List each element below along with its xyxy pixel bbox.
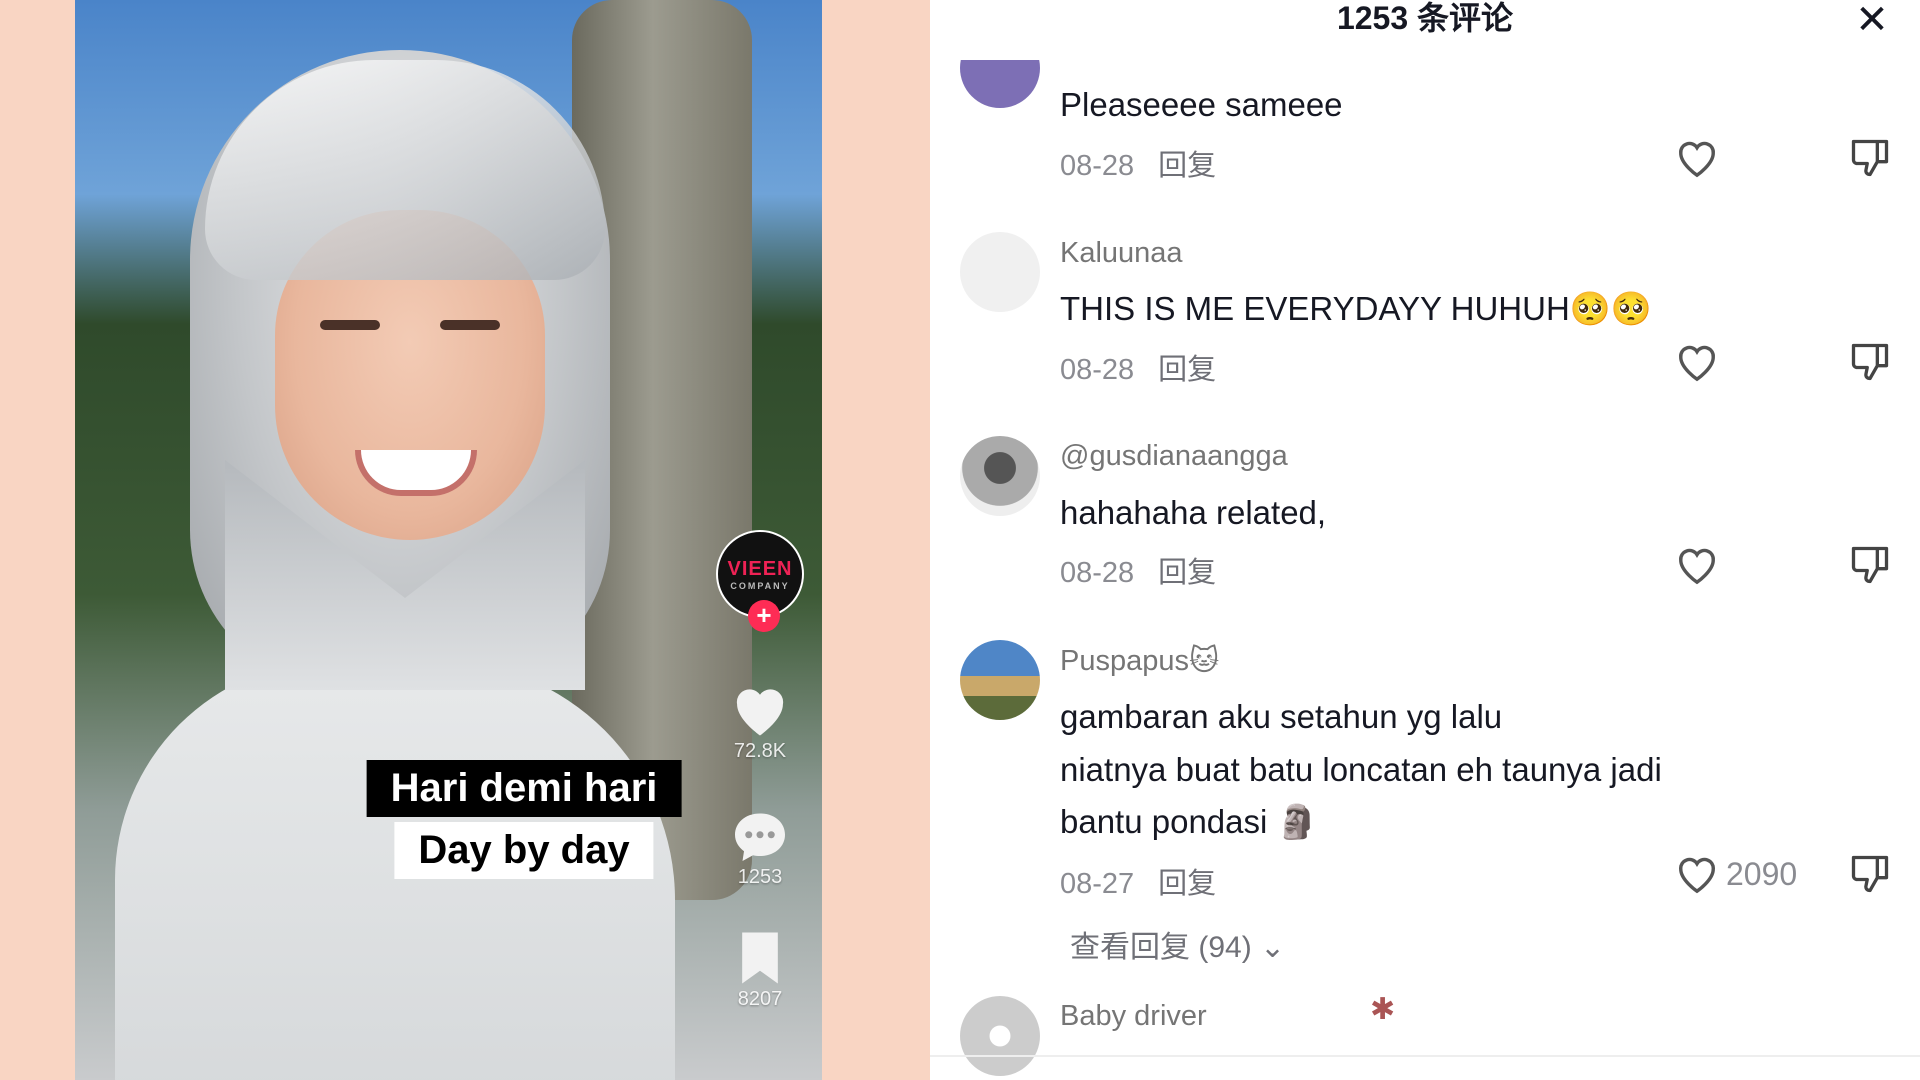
smile: [355, 450, 477, 496]
like-button[interactable]: 72.8K: [710, 682, 810, 763]
creator-logo-subtext: COMPANY: [730, 580, 790, 591]
dislike-icon[interactable]: [1848, 340, 1892, 384]
reply-button[interactable]: 回复: [1158, 150, 1216, 182]
subtitle-line-2: Day by day: [394, 822, 654, 879]
avatar[interactable]: [960, 28, 1040, 108]
comment-like-button[interactable]: [1674, 340, 1720, 384]
heart-icon: [1679, 857, 1715, 894]
comment-username[interactable]: Baby driver: [1060, 1000, 1207, 1033]
avatar[interactable]: [960, 996, 1040, 1076]
comment-date: 08-28: [1060, 354, 1135, 386]
comment-meta: 08-28 回复: [1060, 346, 1216, 388]
creator-avatar[interactable]: VIEEN COMPANY +: [716, 530, 804, 632]
comment-like-button[interactable]: [1674, 543, 1720, 587]
close-icon[interactable]: ✕: [1852, 0, 1892, 42]
comment-username[interactable]: Kaluunaa: [1060, 237, 1183, 270]
comment-username[interactable]: Puspapus🐱: [1060, 643, 1219, 678]
creator-logo-text: VIEEN: [727, 557, 793, 580]
heart-icon: [1679, 345, 1715, 382]
reply-button[interactable]: 回复: [1158, 868, 1216, 900]
comment-count: 1253: [737, 866, 783, 888]
follow-button[interactable]: +: [748, 600, 780, 632]
comment-text: Pleaseeee sameee: [1060, 86, 1343, 123]
heart-icon: [1679, 548, 1715, 585]
comment-text-line: niatnya buat batu loncatan eh taunya jad…: [1060, 751, 1662, 788]
subtitle-line-1: Hari demi hari: [366, 760, 682, 817]
comment-text: THIS IS ME EVERYDAYY HUHUH🥺🥺: [1060, 290, 1652, 327]
view-replies-button[interactable]: 查看回复 (94) ⌄: [1070, 922, 1285, 966]
video-person: [115, 40, 675, 1080]
comment-date: 08-28: [1060, 557, 1135, 589]
helmet-visor: [205, 60, 605, 280]
comment-button[interactable]: 1253: [710, 808, 810, 889]
heart-icon: [736, 689, 784, 736]
comment-text: hahahaha related,: [1060, 494, 1327, 531]
save-button[interactable]: 8207: [710, 930, 810, 1011]
comment-like-count: 2090: [1726, 855, 1798, 892]
left-eye: [320, 320, 380, 330]
comment-text-line: gambaran aku setahun yg lalu: [1060, 698, 1503, 735]
comment-icon: [735, 813, 785, 861]
avatar[interactable]: [960, 640, 1040, 720]
like-count: 72.8K: [733, 740, 787, 762]
comment-meta: 08-28 回复: [1060, 142, 1216, 184]
comment-date: 08-28: [1060, 150, 1135, 182]
cockroach-icon: ✱: [1370, 993, 1396, 1026]
dislike-icon[interactable]: [1848, 543, 1892, 587]
avatar[interactable]: [960, 232, 1040, 312]
divider: [930, 1055, 1920, 1057]
comment-date: 08-27: [1060, 868, 1135, 900]
dislike-icon[interactable]: [1848, 136, 1892, 180]
reply-button[interactable]: 回复: [1158, 557, 1216, 589]
save-count: 8207: [737, 988, 783, 1010]
comment-like-button[interactable]: [1674, 136, 1720, 180]
bookmark-icon: [742, 932, 778, 984]
comment-like-button[interactable]: 2090: [1674, 852, 1797, 896]
comment-meta: 08-28 回复: [1060, 549, 1216, 591]
video-player[interactable]: Hari demi hari Day by day: [75, 0, 822, 1080]
dislike-icon[interactable]: [1848, 852, 1892, 896]
heart-icon: [1679, 141, 1715, 178]
comment-username[interactable]: @gusdianaangga: [1060, 440, 1288, 473]
comment-text-line: bantu pondasi 🗿: [1060, 803, 1318, 840]
avatar[interactable]: [960, 436, 1040, 516]
reply-button[interactable]: 回复: [1158, 354, 1216, 386]
comments-title: 1253 条评论: [1336, 0, 1514, 36]
comments-panel: 1253 条评论 ✕ Pleaseeee sameee 08-28 回复 Kalu…: [930, 0, 1920, 1080]
comment-meta: 08-27 回复: [1060, 860, 1216, 902]
right-eye: [440, 320, 500, 330]
